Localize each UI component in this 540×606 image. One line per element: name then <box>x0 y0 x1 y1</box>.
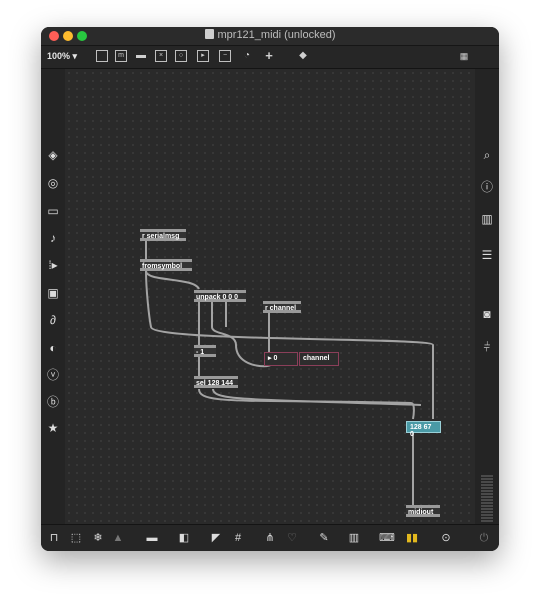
object-label: r channel <box>265 305 297 312</box>
add-object-icon[interactable]: + <box>263 49 275 62</box>
object-label: unpack 0 0 0 <box>196 294 239 301</box>
comment-bubble-icon[interactable]: ▬ <box>145 531 159 545</box>
v-badge-icon[interactable]: ⓥ <box>45 367 61 383</box>
right-sidebar: ⌕ ⓘ ▥ ☰ ◙ ⫩ <box>475 69 499 525</box>
paint-bucket-icon[interactable]: ◆ <box>297 50 309 62</box>
paperclip-icon[interactable]: ∂ <box>45 312 61 328</box>
message-box-icon[interactable]: m <box>115 50 127 62</box>
object-r-channel[interactable]: r channel <box>263 301 301 313</box>
info-icon[interactable]: ⓘ <box>479 179 495 195</box>
heart-icon[interactable]: ♡ <box>285 531 299 545</box>
target-icon[interactable]: ◎ <box>45 175 61 191</box>
comment-channel: channel <box>299 352 339 366</box>
number-box-icon[interactable]: ▸ <box>197 50 209 62</box>
power-icon[interactable]: ⏻ <box>477 531 491 545</box>
zoom-value: 100% <box>47 51 71 61</box>
number-box[interactable]: ▸ 0 <box>264 352 298 366</box>
bars-icon[interactable]: ▮▮ <box>405 531 419 545</box>
lock-icon[interactable]: ⊓ <box>47 531 61 545</box>
window-icon[interactable]: ▭ <box>45 203 61 219</box>
comment-text: channel <box>303 355 330 362</box>
mixer-icon[interactable]: ⫩ <box>479 339 495 355</box>
play-circle-icon[interactable]: ⊙ <box>439 531 453 545</box>
piano-icon[interactable]: ▥ <box>347 531 361 545</box>
grid-icon[interactable]: # <box>231 531 245 545</box>
message-box[interactable]: 128 67 0 <box>406 421 441 438</box>
top-toolbar: 100% ▾ m ▬ × ○ ▸ − ◔ + ◆ ▦ <box>41 46 499 69</box>
dial-object-icon[interactable]: ◔ <box>241 50 253 62</box>
comment-icon[interactable]: ▬ <box>135 50 147 62</box>
object-label: midiout <box>408 509 434 516</box>
mute-icon[interactable]: ◤ <box>209 531 223 545</box>
object-label: r serialmsg <box>142 233 180 240</box>
object-unpack[interactable]: unpack 0 0 0 <box>194 290 246 302</box>
title-bar: mpr121_midi (unlocked) <box>41 27 499 46</box>
layer-icon[interactable]: ◧ <box>177 531 191 545</box>
plug-icon[interactable]: ◐ <box>45 340 61 356</box>
window-title: mpr121_midi (unlocked) <box>217 29 336 41</box>
object-r-serialmsg[interactable]: r serialmsg <box>140 229 186 241</box>
toggle-object-icon[interactable]: ○ <box>175 50 187 62</box>
slider-object-icon[interactable]: − <box>219 50 231 62</box>
object-midiout[interactable]: midiout <box>406 505 440 517</box>
patcher-window: mpr121_midi (unlocked) 100% ▾ m ▬ × ○ ▸ … <box>41 27 499 551</box>
level-meter <box>481 475 493 523</box>
object-label: fromsymbol <box>142 263 183 270</box>
zoom-selector[interactable]: 100% ▾ <box>47 51 77 62</box>
bottom-toolbar: ⊓ ⬚ ❄ ▲ ▬ ◧ ◤ # ⋔ ♡ ✎ ▥ ⌨ ▮▮ ⊙ ⏻ <box>41 524 499 551</box>
button-object-icon[interactable]: × <box>155 50 167 62</box>
presentation-icon[interactable]: ⬚ <box>69 531 83 545</box>
search-icon[interactable]: ⌕ <box>479 147 495 163</box>
freeze-icon[interactable]: ❄ <box>91 531 105 545</box>
grid-view-icon[interactable]: ▦ <box>455 50 473 62</box>
left-sidebar: ◈ ◎ ▭ ♪ ⁞▸ ▣ ∂ ◐ ⓥ ⓑ ★ <box>41 69 65 525</box>
keyboard-icon[interactable]: ⌨ <box>379 531 395 545</box>
object-label: sel 128 144 <box>196 380 233 387</box>
image-icon[interactable]: ▣ <box>45 285 61 301</box>
camera-icon[interactable]: ◙ <box>479 306 495 322</box>
star-icon[interactable]: ★ <box>45 420 61 436</box>
patch-canvas[interactable] <box>65 69 475 525</box>
object-minus[interactable]: - 1 <box>194 345 216 357</box>
window-title-wrap: mpr121_midi (unlocked) <box>41 29 499 41</box>
object-box-icon[interactable] <box>96 50 108 62</box>
object-fromsymbol[interactable]: fromsymbol <box>140 259 192 271</box>
hierarchy-icon[interactable]: ⋔ <box>263 531 277 545</box>
b-badge-icon[interactable]: ⓑ <box>45 394 61 410</box>
wrench-icon[interactable]: ✎ <box>317 531 331 545</box>
object-label: - 1 <box>196 349 205 356</box>
document-icon <box>204 29 214 39</box>
warning-icon[interactable]: ▲ <box>111 531 125 545</box>
play-split-icon[interactable]: ⁞▸ <box>45 257 61 273</box>
list-icon[interactable]: ☰ <box>479 247 495 263</box>
music-note-icon[interactable]: ♪ <box>45 230 61 246</box>
object-sel[interactable]: sel 128 144 <box>194 376 238 388</box>
columns-icon[interactable]: ▥ <box>479 211 495 227</box>
package-icon[interactable]: ◈ <box>45 147 61 163</box>
number-value: 0 <box>273 355 278 362</box>
